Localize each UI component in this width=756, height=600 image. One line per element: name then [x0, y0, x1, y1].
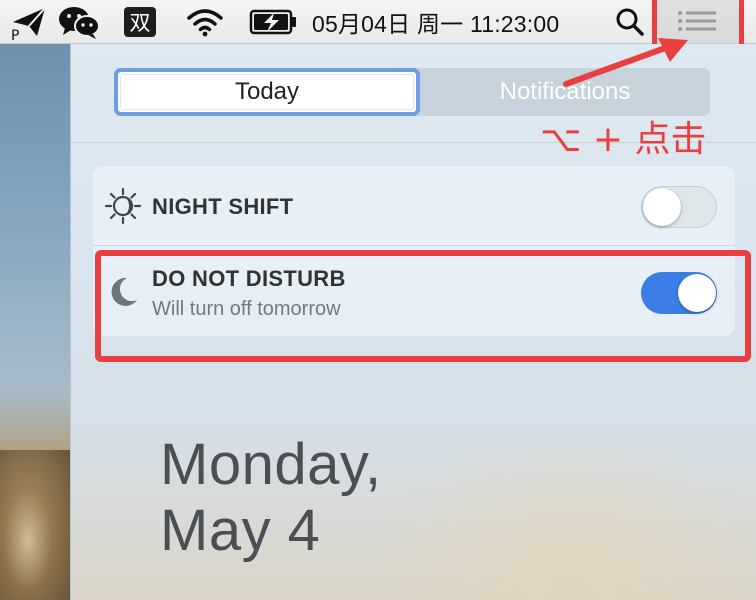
send-icon[interactable]: P	[8, 0, 50, 44]
svg-text:P: P	[11, 28, 19, 42]
night-shift-sun-icon	[103, 186, 143, 226]
annotation-option-click-text: ⌥ + 点击	[540, 119, 707, 160]
night-shift-row: NIGHT SHIFT	[93, 166, 735, 246]
today-date: Monday, May 4	[160, 432, 382, 564]
spotlight-search-icon[interactable]	[612, 0, 648, 44]
toggle-knob	[643, 188, 681, 226]
desktop-wallpaper	[0, 44, 70, 600]
input-method-icon[interactable]: 双	[120, 0, 160, 44]
date-day: May 4	[160, 498, 321, 563]
wifi-icon[interactable]	[184, 0, 226, 44]
menu-bar-clock[interactable]: 05月04日 周一 11:23:00	[312, 0, 559, 44]
today-notifications-segmented-control: Today Notifications	[114, 68, 710, 116]
battery-charging-icon[interactable]	[248, 0, 300, 44]
date-weekday: Monday,	[160, 432, 382, 497]
notification-center-icon	[678, 11, 716, 31]
menu-bar: P 双 05月04日 周一 11:23:00	[0, 0, 756, 44]
input-method-badge: 双	[124, 7, 156, 37]
tab-notifications[interactable]: Notifications	[420, 68, 710, 116]
wechat-icon[interactable]	[56, 0, 102, 44]
night-shift-label: NIGHT SHIFT	[152, 194, 294, 219]
night-shift-toggle[interactable]	[641, 186, 717, 228]
do-not-disturb-highlight	[95, 250, 751, 362]
tab-today[interactable]: Today	[114, 68, 420, 116]
